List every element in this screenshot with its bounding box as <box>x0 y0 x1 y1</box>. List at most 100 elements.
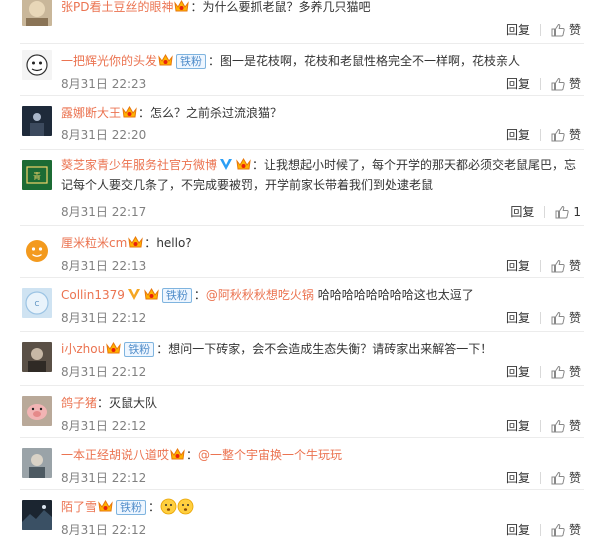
like-label: 赞 <box>568 23 581 37</box>
divider <box>539 23 541 36</box>
like-label: 赞 <box>568 259 581 273</box>
like-button[interactable]: 赞 <box>551 126 581 143</box>
comment-text: 想问一下砖家，会不会造成生态失衡？请砖家出来解答一下！ <box>168 342 493 356</box>
avatar[interactable] <box>22 106 52 136</box>
like-label: 赞 <box>568 471 581 485</box>
comment-text: 为什么要抓老鼠？多养几只猫吧 <box>202 0 371 14</box>
comment-actions: 回复 1 <box>510 203 581 220</box>
reply-button[interactable]: 回复 <box>510 203 534 220</box>
comment-item: 露娜断大王 ：怎么？之前杀过流浪猫？ 8月31日 22:20 回复 赞 <box>0 96 598 150</box>
emoji-face-icon <box>160 498 177 515</box>
comment-text: 灭鼠大队 <box>109 396 158 410</box>
avatar[interactable] <box>22 50 52 80</box>
thumb-up-icon <box>555 205 570 218</box>
fan-badge[interactable]: 铁粉 <box>161 288 192 303</box>
vip-crown-icon <box>170 448 185 460</box>
username-link[interactable]: 厘米粒米cm <box>61 236 127 250</box>
comment-text: 图一是花枝啊，花枝和老鼠性格完全不一样啊，花枝亲人 <box>220 54 521 68</box>
vip-crown-icon <box>236 158 251 170</box>
reply-button[interactable]: 回复 <box>506 521 530 538</box>
avatar[interactable] <box>22 342 52 372</box>
username-link[interactable]: 一把辉光你的头发 <box>61 54 157 68</box>
vip-crown-icon <box>158 54 173 66</box>
verified-v-icon <box>127 289 140 300</box>
reply-button[interactable]: 回复 <box>506 21 530 38</box>
username-link[interactable]: i小zhou <box>61 342 105 356</box>
reply-button[interactable]: 回复 <box>506 257 530 274</box>
reply-button[interactable]: 回复 <box>506 75 530 92</box>
divider <box>539 259 541 272</box>
username-link[interactable]: 葵芝家青少年服务社官方微博 <box>61 158 217 172</box>
like-button[interactable]: 赞 <box>551 309 581 326</box>
reply-button[interactable]: 回复 <box>506 469 530 486</box>
divider <box>539 128 541 141</box>
comment-actions: 回复 赞 <box>506 363 581 380</box>
comment-actions: 回复 赞 <box>506 21 581 38</box>
thumb-up-icon <box>551 311 565 324</box>
avatar[interactable]: 青 <box>22 160 52 190</box>
reply-button[interactable]: 回复 <box>506 417 530 434</box>
like-label: 赞 <box>568 311 581 325</box>
vip-crown-icon <box>98 500 113 512</box>
thumb-up-icon <box>551 365 565 378</box>
like-button[interactable]: 赞 <box>551 363 581 380</box>
comment-actions: 回复 赞 <box>506 75 581 92</box>
colon-separator: ： <box>148 500 161 514</box>
colon-separator: ： <box>97 396 110 410</box>
avatar[interactable] <box>22 0 52 26</box>
like-button[interactable]: 赞 <box>551 257 581 274</box>
username-link[interactable]: 陌了雪 <box>61 500 97 514</box>
vip-crown-icon <box>128 236 144 248</box>
thumb-up-icon <box>551 259 565 272</box>
fan-badge[interactable]: 铁粉 <box>124 342 155 357</box>
divider <box>539 365 541 378</box>
mention-link[interactable]: @一整个宇宙换一个牛玩玩 <box>198 448 342 462</box>
reply-button[interactable]: 回复 <box>506 363 530 380</box>
like-button[interactable]: 赞 <box>551 75 581 92</box>
like-button[interactable]: 赞 <box>551 417 581 434</box>
colon-separator: ： <box>208 54 221 68</box>
fan-badge[interactable]: 铁粉 <box>116 500 147 515</box>
comment-actions: 回复 赞 <box>506 126 581 143</box>
avatar[interactable] <box>22 236 52 266</box>
like-label: 赞 <box>568 128 581 142</box>
comment-time: 8月31日 22:12 <box>61 471 147 485</box>
like-button[interactable]: 赞 <box>551 469 581 486</box>
comment-time: 8月31日 22:12 <box>61 523 147 537</box>
colon-separator: ： <box>190 0 203 14</box>
comment-actions: 回复 赞 <box>506 309 581 326</box>
comment-text: 哈哈哈哈哈哈哈哈这也太逗了 <box>313 288 474 302</box>
thumb-up-icon <box>551 419 565 432</box>
comment-list: 张PD看土豆丝的眼神 ：为什么要抓老鼠？多养几只猫吧 回复 赞 一把辉光你的头发铁… <box>0 0 598 550</box>
username-link[interactable]: 露娜断大王 <box>61 106 121 120</box>
comment-time: 8月31日 22:12 <box>61 365 147 379</box>
like-button[interactable]: 赞 <box>551 521 581 538</box>
like-label: 赞 <box>568 77 581 91</box>
comment-item: 张PD看土豆丝的眼神 ：为什么要抓老鼠？多养几只猫吧 回复 赞 <box>0 0 598 44</box>
comment-text: hello? <box>156 236 192 250</box>
divider <box>539 77 541 90</box>
svg-text:C: C <box>35 300 40 308</box>
username-link[interactable]: 鸽子猪 <box>61 396 97 410</box>
username-link[interactable]: Collin1379 <box>61 288 125 302</box>
comment-actions: 回复 赞 <box>506 257 581 274</box>
avatar[interactable] <box>22 448 52 478</box>
avatar[interactable]: C <box>22 288 52 318</box>
like-button[interactable]: 1 <box>555 205 581 219</box>
mention-link[interactable]: @阿秋秋秋想吃火锅 <box>206 288 314 302</box>
comment-time: 8月31日 22:12 <box>61 419 147 433</box>
svg-text:青: 青 <box>33 171 41 181</box>
comment-actions: 回复 赞 <box>506 417 581 434</box>
comment-item: 一本正经胡说八道哎 ：@一整个宇宙换一个牛玩玩 8月31日 22:12 回复 赞 <box>0 438 598 490</box>
colon-separator: ： <box>186 448 199 462</box>
reply-button[interactable]: 回复 <box>506 309 530 326</box>
reply-button[interactable]: 回复 <box>506 126 530 143</box>
fan-badge[interactable]: 铁粉 <box>176 54 207 69</box>
vip-crown-icon <box>122 106 137 118</box>
avatar[interactable] <box>22 500 52 530</box>
like-button[interactable]: 赞 <box>551 21 581 38</box>
avatar[interactable] <box>22 396 52 426</box>
divider <box>539 419 541 432</box>
username-link[interactable]: 张PD看土豆丝的眼神 <box>61 0 173 14</box>
username-link[interactable]: 一本正经胡说八道哎 <box>61 448 169 462</box>
